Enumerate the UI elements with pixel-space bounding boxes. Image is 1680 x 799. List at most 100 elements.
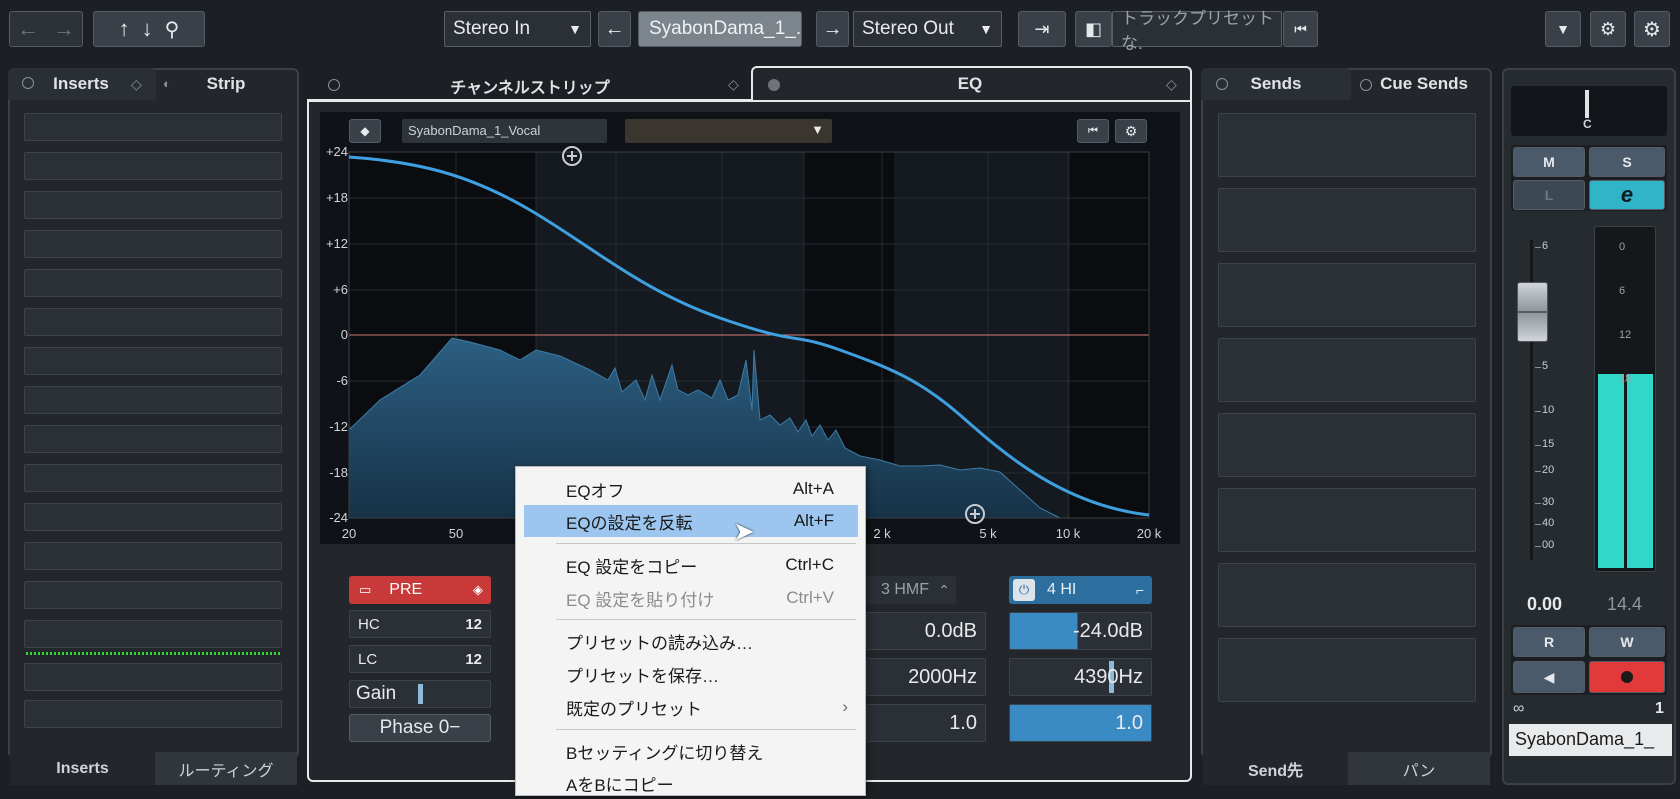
fader-scale-label: 40 bbox=[1542, 517, 1555, 529]
fader-scale-label: 10 bbox=[1542, 404, 1555, 416]
diamond-icon: ◈ bbox=[473, 582, 483, 597]
send-slot[interactable] bbox=[1218, 488, 1476, 552]
pan-indicator bbox=[1585, 90, 1589, 118]
fader-scale-tick bbox=[1535, 247, 1541, 248]
menu-item-copy-a-to-b[interactable]: AをBにコピー bbox=[524, 767, 858, 799]
tab-sends[interactable]: Sends bbox=[1236, 70, 1316, 98]
meter-scale-label: 6 bbox=[1619, 285, 1626, 297]
pre-header[interactable]: ▭ PRE ◈ bbox=[349, 576, 491, 604]
menu-item-eq-off[interactable]: EQオフ Alt+A bbox=[524, 473, 858, 505]
meter-bar-right bbox=[1627, 374, 1653, 568]
solo-button[interactable]: S bbox=[1589, 147, 1665, 177]
volume-fader-handle[interactable] bbox=[1517, 282, 1548, 342]
band4-header[interactable]: ⏻ 4 HI ⌐ bbox=[1009, 576, 1152, 604]
x-axis-label: 2 k bbox=[873, 526, 891, 541]
menu-item-copy-eq[interactable]: EQ 設定をコピー Ctrl+C bbox=[524, 549, 858, 581]
meter-scale-label: 18 bbox=[1619, 373, 1632, 385]
channel-name-field[interactable]: SyabonDama_1_ bbox=[1509, 724, 1672, 756]
tab-cue-sends[interactable]: Cue Sends bbox=[1374, 70, 1474, 98]
bottom-tab-pan[interactable]: パン bbox=[1348, 752, 1490, 785]
menu-item-save-preset[interactable]: プリセットを保存… bbox=[524, 658, 858, 690]
write-button[interactable]: W bbox=[1589, 627, 1665, 657]
menu-item-label: EQの設定を反転 bbox=[566, 513, 693, 533]
lc-value: 12 bbox=[465, 650, 482, 668]
band3-q-field[interactable]: 1.0 bbox=[866, 704, 986, 742]
meter-scale-label: 12 bbox=[1619, 329, 1632, 341]
fader-scale-tick bbox=[1535, 546, 1541, 547]
menu-item-shortcut: Alt+A bbox=[792, 479, 834, 498]
lc-control[interactable]: LC 12 bbox=[349, 645, 491, 673]
band4-freq-field[interactable]: 4390Hz bbox=[1009, 658, 1152, 696]
band4-gain: -24.0dB bbox=[1072, 619, 1143, 642]
hc-value: 12 bbox=[465, 615, 482, 633]
band3-freq-field[interactable]: 2000Hz bbox=[866, 658, 986, 696]
read-button[interactable]: R bbox=[1513, 627, 1585, 657]
fader-scale-label: 5 bbox=[1542, 360, 1549, 372]
menu-item-default-presets[interactable]: 既定のプリセット › bbox=[524, 691, 858, 723]
band3-header[interactable]: 3 HMF ⌃ bbox=[866, 576, 956, 604]
menu-item-label: Bセッティングに切り替え bbox=[566, 743, 764, 763]
send-slot[interactable] bbox=[1218, 338, 1476, 402]
hc-control[interactable]: HC 12 bbox=[349, 610, 491, 638]
send-slot[interactable] bbox=[1218, 113, 1476, 177]
x-axis-label: 5 k bbox=[979, 526, 997, 541]
fader-scale-label: 00 bbox=[1542, 539, 1555, 551]
cue-sends-power-icon[interactable] bbox=[1360, 79, 1372, 91]
listen-button[interactable]: L bbox=[1513, 180, 1585, 210]
menu-item-shortcut: Ctrl+V bbox=[786, 588, 834, 607]
monitor-button[interactable]: ◀ bbox=[1513, 661, 1585, 693]
band3-freq: 2000Hz bbox=[908, 665, 977, 688]
stereo-link-icon: ∞ bbox=[1513, 700, 1525, 717]
fader-scale-label: 20 bbox=[1542, 464, 1555, 476]
y-axis-label: -18 bbox=[329, 465, 348, 480]
record-button[interactable] bbox=[1589, 661, 1665, 693]
hmf-shape-icon: ⌃ bbox=[938, 581, 950, 598]
fader-scale-tick bbox=[1535, 503, 1541, 504]
hc-label: HC bbox=[358, 615, 380, 633]
band4-q-field[interactable]: 1.0 bbox=[1009, 704, 1152, 742]
send-slot[interactable] bbox=[1218, 563, 1476, 627]
pan-control[interactable]: C bbox=[1511, 86, 1667, 136]
pre-label: PRE bbox=[389, 581, 423, 598]
menu-item-label: EQ 設定を貼り付け bbox=[566, 590, 715, 610]
bottom-tab-send-destination[interactable]: Send先 bbox=[1203, 752, 1348, 785]
pan-label: C bbox=[1583, 117, 1592, 131]
mute-button[interactable]: M bbox=[1513, 147, 1585, 177]
band3-gain: 0.0dB bbox=[924, 619, 977, 642]
gain-label: Gain bbox=[356, 683, 397, 704]
band4-gain-field[interactable]: -24.0dB bbox=[1009, 612, 1152, 650]
phase-button[interactable]: Phase 0− bbox=[349, 714, 491, 742]
x-axis-label: 20 bbox=[341, 526, 357, 541]
volume-value[interactable]: 0.00 bbox=[1527, 594, 1562, 615]
y-axis-label: -12 bbox=[329, 419, 348, 434]
fader-scale-tick bbox=[1535, 471, 1541, 472]
sends-power-icon[interactable] bbox=[1216, 78, 1228, 90]
y-axis-label: +18 bbox=[325, 190, 348, 205]
x-axis-label: 10 k bbox=[1055, 526, 1081, 541]
send-slot[interactable] bbox=[1218, 263, 1476, 327]
peak-value[interactable]: 14.4 bbox=[1607, 594, 1642, 615]
menu-item-paste-eq[interactable]: EQ 設定を貼り付け Ctrl+V bbox=[524, 582, 858, 614]
menu-item-load-preset[interactable]: プリセットの読み込み… bbox=[524, 625, 858, 657]
send-slot[interactable] bbox=[1218, 188, 1476, 252]
menu-item-shortcut: Alt+F bbox=[793, 511, 834, 530]
fader-scale-label: 30 bbox=[1542, 496, 1555, 508]
y-axis-label: +12 bbox=[325, 236, 348, 251]
menu-item-invert-eq[interactable]: EQの設定を反転 Alt+F bbox=[524, 505, 858, 537]
pre-power-icon: ▭ bbox=[359, 582, 372, 597]
menu-item-label: EQ 設定をコピー bbox=[566, 557, 698, 577]
mouse-cursor-icon: ➤ bbox=[733, 516, 755, 546]
menu-item-label: AをBにコピー bbox=[566, 775, 674, 795]
menu-item-switch-b[interactable]: Bセッティングに切り替え bbox=[524, 735, 858, 767]
send-slot[interactable] bbox=[1218, 638, 1476, 702]
y-axis-label: 0 bbox=[340, 327, 348, 342]
menu-item-label: EQオフ bbox=[566, 481, 625, 501]
band4-power-icon[interactable]: ⏻ bbox=[1013, 579, 1035, 601]
edit-button[interactable]: e bbox=[1589, 180, 1665, 210]
gain-slider-handle[interactable] bbox=[418, 684, 423, 704]
send-slot[interactable] bbox=[1218, 413, 1476, 477]
band3-gain-field[interactable]: 0.0dB bbox=[866, 612, 986, 650]
gain-slider[interactable]: Gain bbox=[349, 680, 491, 708]
meter-scale-label: 0 bbox=[1619, 241, 1626, 253]
y-axis-label: +6 bbox=[333, 282, 348, 297]
